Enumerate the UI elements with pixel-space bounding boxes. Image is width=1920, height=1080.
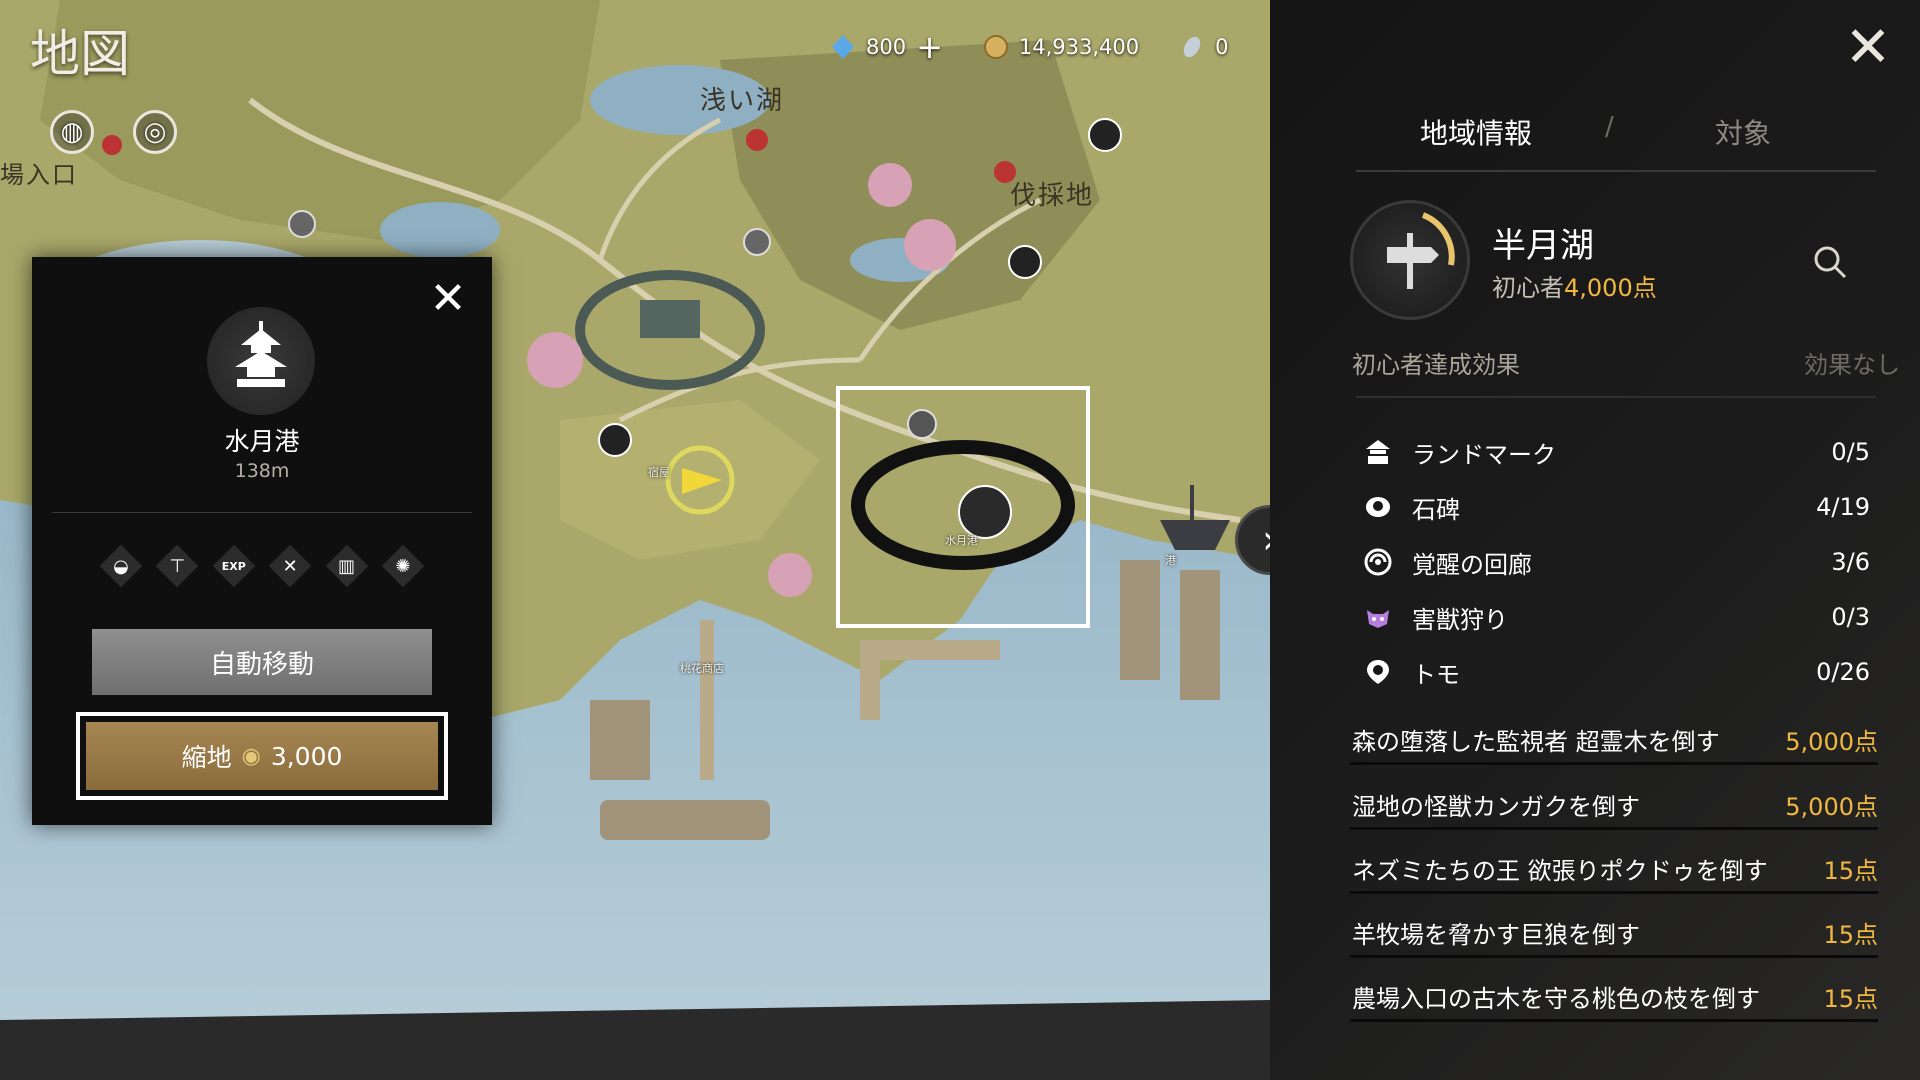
category-count: 0/3: [1831, 603, 1870, 631]
coin-icon: [983, 35, 1008, 59]
region-name: 半月湖: [1492, 226, 1594, 266]
map-label-inn: 宿屋: [648, 466, 670, 479]
tab-separator: /: [1605, 112, 1614, 142]
popup-close-button[interactable]: ✕: [428, 277, 468, 321]
category-count: 3/6: [1831, 548, 1870, 576]
facility-icons: ◒ ⊤ EXP ✕ ▥ ✺: [99, 544, 425, 588]
task-points: 5,000点: [1785, 728, 1878, 756]
region-rank: 初心者4,000点: [1492, 268, 1657, 303]
region-emblem: [1350, 200, 1470, 320]
warp-cost: 3,000: [270, 741, 343, 771]
task-label: 湿地の怪獣カンガクを倒す: [1352, 793, 1640, 821]
target-icon: ◎: [143, 117, 167, 147]
center-location-button[interactable]: ◎: [133, 110, 177, 154]
map-label-lake: 浅い湖: [700, 86, 785, 116]
category-row-landmark[interactable]: ランドマーク 0/5: [1360, 432, 1870, 472]
map-label-store: 桃花商店: [680, 662, 724, 675]
storage-icon[interactable]: ▥: [325, 544, 368, 588]
task-label: 森の堕落した監視者 超霊木を倒す: [1352, 728, 1720, 756]
divider: [1356, 396, 1876, 398]
location-name: 水月港: [224, 427, 300, 456]
task-label: 羊牧場を脅かす巨狼を倒す: [1352, 921, 1640, 949]
feather-count: 0: [1215, 35, 1229, 59]
warp-label: 縮地: [181, 743, 232, 772]
tomo-icon: [1360, 654, 1396, 690]
task-row[interactable]: 羊牧場を脅かす巨狼を倒す 15点: [1350, 909, 1878, 958]
beast-hunt-icon: [1360, 599, 1396, 635]
coin-icon: ◉: [241, 743, 261, 769]
diamond-icon: [832, 35, 854, 59]
location-popup: ✕ 水月港 138m ◒ ⊤ EXP ✕ ▥ ✺ 自動移動 縮地 ◉ 3,000: [32, 257, 492, 825]
task-label: ネズミたちの王 欲張りポクドゥを倒す: [1352, 857, 1768, 885]
category-row-awakening-corridor[interactable]: 覚醒の回廊 3/6: [1360, 542, 1870, 582]
region-info-panel: ✕ 地域情報 / 対象 半月湖 初心者4,000点 初心者達成効果 効果なし ラ…: [1270, 0, 1920, 1080]
category-label: トモ: [1412, 660, 1460, 689]
task-points: 15点: [1823, 921, 1878, 949]
stone-tablet-icon: [1360, 489, 1396, 525]
rank-label: 初心者: [1492, 274, 1564, 302]
map-label-entrance: 場入口: [0, 161, 78, 189]
tab-region-info[interactable]: 地域情報: [1420, 112, 1532, 152]
achievement-value: 効果なし: [1804, 351, 1900, 379]
awakening-corridor-icon: [1360, 544, 1396, 580]
category-label: ランドマーク: [1412, 440, 1556, 469]
category-label: 害獣狩り: [1412, 605, 1508, 634]
close-icon: ✕: [1844, 15, 1892, 80]
close-icon: ✕: [429, 273, 467, 324]
map-label-dock: 港: [1165, 554, 1176, 567]
category-label: 覚醒の回廊: [1412, 550, 1532, 579]
pagoda-icon: [235, 321, 287, 387]
location-emblem: [207, 307, 315, 415]
category-count: 0/5: [1831, 438, 1870, 466]
category-row-stone-tablet[interactable]: 石碑 4/19: [1360, 487, 1870, 527]
category-label: 石碑: [1412, 495, 1460, 524]
category-count: 0/26: [1816, 658, 1870, 686]
feather-icon: [1183, 36, 1201, 58]
coin-count: 14,933,400: [1018, 35, 1140, 59]
location-distance: 138m: [234, 460, 290, 482]
panel-close-button[interactable]: ✕: [1840, 20, 1896, 76]
map-label-port: 水月港: [945, 534, 978, 547]
task-points: 5,000点: [1785, 793, 1878, 821]
category-count: 4/19: [1816, 493, 1870, 521]
divider: [52, 512, 472, 513]
diamond-count: 800: [866, 35, 907, 59]
task-points: 15点: [1823, 857, 1878, 885]
category-row-beast-hunt[interactable]: 害獣狩り 0/3: [1360, 597, 1870, 637]
signpost-icon: [1387, 212, 1455, 289]
search-icon[interactable]: [1810, 242, 1850, 282]
task-row[interactable]: ネズミたちの王 欲張りポクドゥを倒す 15点: [1350, 845, 1878, 894]
pouch-icon[interactable]: ◒: [99, 544, 143, 588]
tools-icon[interactable]: ✕: [268, 544, 312, 588]
auto-move-button[interactable]: 自動移動: [92, 629, 432, 695]
task-row[interactable]: 農場入口の古木を守る桃色の枝を倒す 15点: [1350, 973, 1878, 1022]
warp-button-frame: 縮地 ◉ 3,000: [76, 712, 448, 800]
page-title: 地図: [30, 25, 130, 83]
lamp-icon[interactable]: ✺: [381, 544, 425, 588]
world-map[interactable]: 浅い湖 伐採地 場入口 水月港 宿屋 桃花商店 港 地図 ◍ ◎ ✕ 水月港 1…: [0, 0, 1270, 1080]
exp-icon[interactable]: EXP: [212, 544, 255, 588]
task-label: 農場入口の古木を守る桃色の枝を倒す: [1352, 985, 1760, 1013]
globe-icon: ◍: [60, 117, 84, 147]
rank-points: 4,000点: [1564, 274, 1657, 302]
achievement-label: 初心者達成効果: [1352, 351, 1520, 379]
task-points: 15点: [1823, 985, 1878, 1013]
category-row-tomo[interactable]: トモ 0/26: [1360, 652, 1870, 692]
currency-bar: 800 + 14,933,400 0: [830, 28, 1229, 66]
anvil-icon[interactable]: ⊤: [156, 544, 199, 588]
tab-target[interactable]: 対象: [1715, 112, 1771, 152]
map-label-logging: 伐採地: [1010, 181, 1095, 211]
landmark-icon: [1360, 434, 1396, 470]
task-row[interactable]: 湿地の怪獣カンガクを倒す 5,000点: [1350, 781, 1878, 830]
warp-button[interactable]: 縮地 ◉ 3,000: [86, 722, 438, 790]
add-diamond-button[interactable]: +: [916, 28, 943, 66]
divider: [1356, 170, 1876, 172]
task-row[interactable]: 森の堕落した監視者 超霊木を倒す 5,000点: [1350, 716, 1878, 765]
world-view-button[interactable]: ◍: [50, 110, 94, 154]
